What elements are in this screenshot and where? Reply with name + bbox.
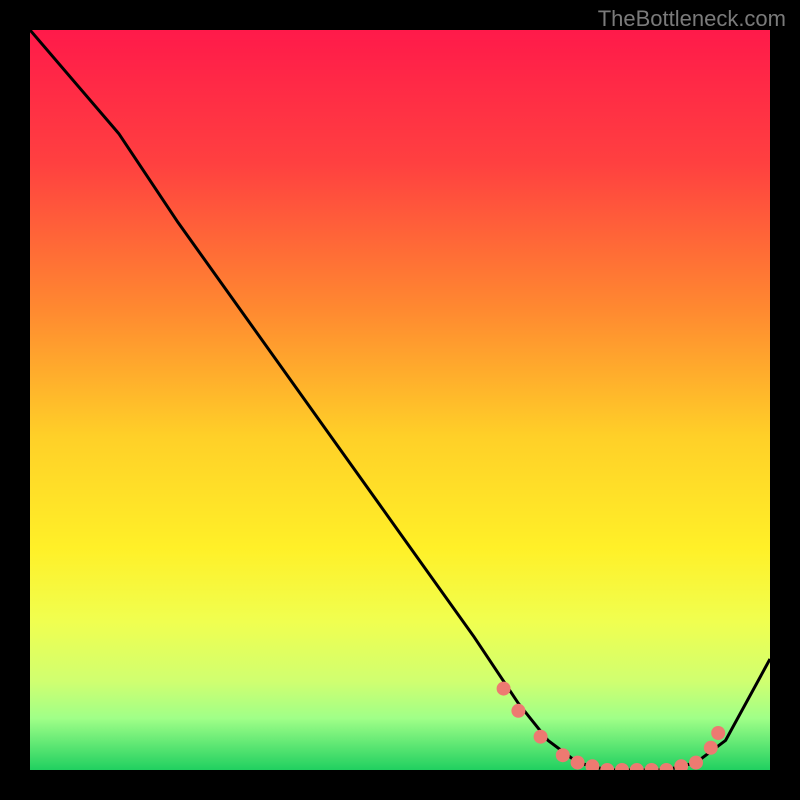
chart-background — [30, 30, 770, 770]
marker-dot — [711, 726, 725, 740]
marker-dot — [689, 756, 703, 770]
watermark-text: TheBottleneck.com — [598, 6, 786, 32]
chart-plot-area — [30, 30, 770, 770]
chart-svg — [30, 30, 770, 770]
marker-dot — [556, 748, 570, 762]
marker-dot — [511, 704, 525, 718]
marker-dot — [704, 741, 718, 755]
marker-dot — [534, 730, 548, 744]
marker-dot — [571, 756, 585, 770]
marker-dot — [497, 682, 511, 696]
